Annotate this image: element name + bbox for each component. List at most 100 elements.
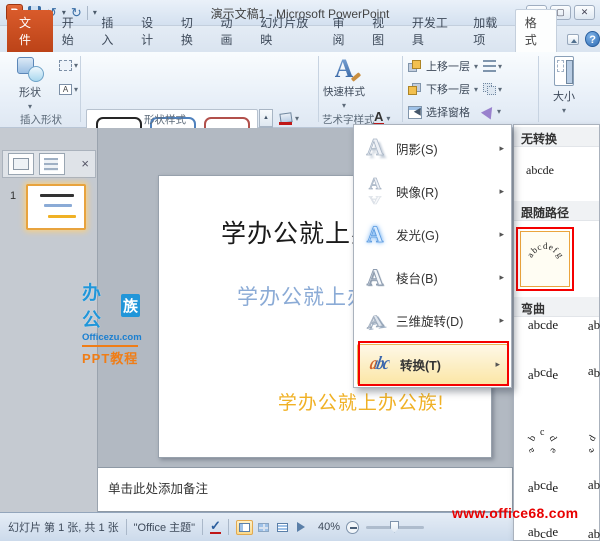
zoom-slider[interactable] bbox=[365, 520, 424, 533]
arch-letter: b bbox=[526, 433, 539, 444]
thumb-blue-line bbox=[44, 204, 72, 207]
arch-letter: e bbox=[585, 445, 598, 455]
tab-developer[interactable]: 开发工具 bbox=[403, 10, 464, 52]
tab-design[interactable]: 设计 bbox=[132, 10, 172, 52]
chevron-down-icon: ▾ bbox=[74, 61, 79, 70]
warp-option-6[interactable]: abcde bbox=[576, 477, 600, 511]
submenu-arrow-icon: ▸ bbox=[499, 315, 504, 325]
close-button[interactable]: ✕ bbox=[574, 5, 595, 20]
rotate-button[interactable]: ▾ bbox=[480, 103, 504, 120]
section-follow-path: 跟随路径 bbox=[514, 201, 599, 221]
help-icon[interactable]: ? bbox=[585, 31, 600, 47]
tab-slideshow[interactable]: 幻灯片放映 bbox=[251, 10, 323, 52]
slide-thumbnail-icon bbox=[13, 158, 29, 170]
warp-option-3[interactable]: abcde bbox=[516, 364, 570, 399]
menu-item-bevel[interactable]: A 棱台(B) ▸ bbox=[354, 256, 511, 299]
slide-yellow-wordart[interactable]: 学办公就上办公族! bbox=[231, 388, 491, 415]
spellcheck-icon[interactable]: ✓ bbox=[210, 519, 221, 534]
selection-pane-icon bbox=[408, 105, 422, 119]
group-separator bbox=[80, 56, 81, 122]
menu-item-reflection[interactable]: AA 映像(R) ▸ bbox=[354, 170, 511, 213]
arch-letter: a bbox=[525, 445, 538, 455]
option-no-transform[interactable]: abcde bbox=[526, 163, 554, 178]
thumb-yellow-line bbox=[48, 215, 76, 218]
warp-option-2[interactable]: abcde bbox=[576, 317, 600, 351]
tab-view[interactable]: 视图 bbox=[363, 10, 403, 52]
send-backward-button[interactable]: 下移一层 ▾ bbox=[408, 80, 478, 98]
shape-styles-group-label: 形状样式 bbox=[144, 114, 186, 126]
ribbon: 形状 ▾ ▾ A ▾ 插入形状 Abc Abc Abc ▲ ▼ ▼ ▾ bbox=[0, 52, 600, 179]
quick-styles-button[interactable]: A 快速样式 ▾ bbox=[320, 52, 368, 111]
reading-view-button[interactable] bbox=[274, 520, 291, 535]
send-backward-icon bbox=[408, 82, 422, 96]
slideshow-icon bbox=[297, 522, 306, 532]
chevron-down-icon: ▾ bbox=[474, 84, 479, 94]
slide-sorter-button[interactable] bbox=[255, 520, 272, 535]
tab-review[interactable]: 审阅 bbox=[323, 10, 363, 52]
officezu-watermark: 办公 族 Officezu.com PPT教程 bbox=[82, 278, 142, 367]
warp-letter: b bbox=[593, 477, 600, 492]
tab-format-active[interactable]: 格式 bbox=[514, 9, 557, 52]
arch-letter: c bbox=[540, 427, 545, 438]
gallery-scroll-up-icon[interactable]: ▲ bbox=[259, 109, 273, 127]
arch-letter: d bbox=[546, 433, 559, 444]
slideshow-button[interactable] bbox=[293, 520, 310, 535]
edit-shape-button[interactable]: ▾ bbox=[56, 58, 81, 73]
panel-tab-strip: × bbox=[2, 150, 96, 178]
warp-option-7[interactable]: abcde bbox=[516, 524, 570, 541]
rotate-icon bbox=[480, 103, 498, 120]
group-separator bbox=[538, 56, 539, 122]
menu-item-3d-rotation[interactable]: A 三维旋转(D) ▸ bbox=[354, 299, 511, 342]
logo-tagline: PPT教程 bbox=[82, 351, 139, 366]
transform-submenu: 无转换 abcde 跟随路径 abcdefg abcdefg 弯曲 abcde … bbox=[513, 124, 600, 541]
shadow-effect-icon: A bbox=[366, 135, 384, 162]
tab-addins[interactable]: 加载项 bbox=[464, 10, 515, 52]
submenu-arrow-icon: ▸ bbox=[495, 359, 500, 369]
outline-icon bbox=[44, 158, 58, 171]
zoom-out-icon[interactable] bbox=[345, 520, 359, 534]
text-box-button[interactable]: A ▾ bbox=[56, 82, 81, 97]
tab-file[interactable]: 文件 bbox=[7, 10, 53, 52]
warp-option-circle-2[interactable]: abcde bbox=[578, 413, 600, 469]
statusbar-separator bbox=[202, 519, 204, 535]
bring-forward-button[interactable]: 上移一层 ▾ bbox=[408, 57, 478, 75]
tab-outline[interactable] bbox=[39, 153, 65, 175]
warp-letter: b bbox=[593, 365, 600, 380]
notes-pane[interactable]: 单击此处添加备注 bbox=[98, 467, 513, 512]
logo-site-text: Officezu.com bbox=[82, 332, 142, 343]
powerpoint-window: P ↺ ▾ ↻ ▾ 演示文稿1 - Microsoft PowerPoint —… bbox=[0, 0, 600, 541]
warp-letter: e bbox=[552, 367, 559, 382]
ribbon-tab-row: 文件 开始 插入 设计 切换 动画 幻灯片放映 审阅 视图 开发工具 加载项 格… bbox=[0, 9, 600, 52]
shapes-button[interactable]: 形状 ▾ bbox=[8, 52, 52, 111]
menu-item-transform[interactable]: abc 转换(T) ▸ bbox=[357, 344, 508, 385]
office68-watermark: www.office68.com bbox=[452, 505, 579, 521]
tab-slides-thumbnails[interactable] bbox=[8, 153, 34, 175]
zoom-level: 40% bbox=[317, 521, 340, 533]
statusbar-separator bbox=[125, 519, 127, 535]
option-arch-down[interactable]: abcdefg bbox=[582, 231, 600, 287]
warp-option-4[interactable]: abcde bbox=[576, 363, 600, 399]
shape-fill-button[interactable]: ▾ bbox=[276, 108, 312, 129]
slide-1-thumbnail[interactable] bbox=[26, 184, 86, 230]
tab-transitions[interactable]: 切换 bbox=[172, 10, 212, 52]
warp-letter: e bbox=[552, 317, 559, 332]
warp-option-circle-1[interactable]: abcde bbox=[518, 413, 568, 469]
zoom-slider-handle[interactable] bbox=[389, 520, 399, 533]
menu-item-glow[interactable]: A 发光(G) ▸ bbox=[354, 213, 511, 256]
minimize-ribbon-icon[interactable] bbox=[566, 34, 580, 45]
align-button[interactable]: ▾ bbox=[480, 58, 505, 74]
tab-home[interactable]: 开始 bbox=[53, 10, 93, 52]
warp-option-1[interactable]: abcde bbox=[516, 317, 570, 351]
warp-option-8[interactable]: abcde bbox=[576, 525, 600, 541]
group-button[interactable]: ▾ bbox=[480, 81, 505, 97]
statusbar-separator bbox=[227, 519, 229, 535]
tab-insert[interactable]: 插入 bbox=[92, 10, 132, 52]
selection-pane-button[interactable]: 选择窗格 bbox=[408, 103, 470, 121]
size-icon bbox=[554, 56, 574, 86]
close-panel-icon[interactable]: × bbox=[81, 157, 89, 170]
menu-item-shadow[interactable]: A 阴影(S) ▸ bbox=[354, 127, 511, 170]
normal-view-button[interactable] bbox=[235, 519, 253, 535]
warp-letter: b bbox=[593, 526, 600, 541]
tab-animations[interactable]: 动画 bbox=[212, 10, 252, 52]
size-button[interactable]: 大小 ▾ bbox=[544, 52, 584, 115]
